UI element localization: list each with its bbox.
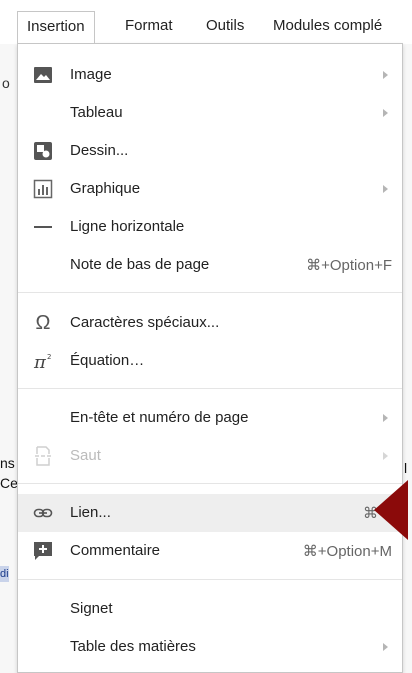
annotation-arrow-icon bbox=[374, 480, 408, 540]
menu-modules[interactable]: Modules complé bbox=[273, 11, 382, 43]
menu-item-lien[interactable]: Lien... ⌘ bbox=[18, 494, 402, 532]
submenu-arrow-icon bbox=[383, 109, 388, 117]
page-break-icon bbox=[33, 446, 53, 466]
submenu-arrow-icon bbox=[383, 414, 388, 422]
svg-text:2: 2 bbox=[47, 353, 51, 361]
menu-format[interactable]: Format bbox=[125, 11, 173, 43]
menu-item-caracteres-speciaux[interactable]: Ω Caractères spéciaux... bbox=[18, 304, 402, 342]
background-text-fragment: Ce bbox=[0, 475, 18, 491]
menu-item-label: Graphique bbox=[70, 180, 141, 197]
menu-bar: Insertion Format Outils Modules complé bbox=[0, 0, 412, 44]
background-text-fragment: di bbox=[0, 566, 9, 582]
menu-item-label: Ligne horizontale bbox=[70, 218, 185, 235]
link-icon bbox=[33, 503, 53, 523]
keyboard-shortcut: ⌘+Option+M bbox=[302, 543, 392, 560]
submenu-arrow-icon bbox=[383, 452, 388, 460]
menu-item-note-bas-de-page[interactable]: Note de bas de page ⌘+Option+F bbox=[18, 246, 402, 284]
menu-item-label: Équation… bbox=[70, 352, 145, 369]
background-text-fragment: o bbox=[2, 75, 10, 91]
menu-insertion[interactable]: Insertion bbox=[17, 11, 95, 43]
horizontal-line-icon bbox=[33, 217, 53, 237]
comment-icon bbox=[33, 541, 53, 561]
menu-separator bbox=[18, 292, 402, 293]
menu-separator bbox=[18, 388, 402, 389]
menu-item-label: Tableau bbox=[70, 104, 123, 121]
menu-item-label: Table des matières bbox=[70, 638, 196, 655]
insertion-dropdown-menu: Image Tableau Dessin... Graphique Ligne … bbox=[17, 43, 403, 673]
menu-item-dessin[interactable]: Dessin... bbox=[18, 132, 402, 170]
menu-item-label: Commentaire bbox=[70, 542, 161, 559]
menu-outils[interactable]: Outils bbox=[206, 11, 244, 43]
menu-item-table-des-matieres[interactable]: Table des matières bbox=[18, 628, 402, 666]
submenu-arrow-icon bbox=[383, 643, 388, 651]
menu-item-label: Saut bbox=[70, 447, 101, 464]
menu-separator bbox=[18, 579, 402, 580]
background-text-fragment: ns bbox=[0, 455, 15, 471]
menu-item-label: Note de bas de page bbox=[70, 256, 210, 273]
image-icon bbox=[33, 65, 53, 85]
menu-item-image[interactable]: Image bbox=[18, 56, 402, 94]
menu-item-label: Signet bbox=[70, 600, 113, 617]
chart-icon bbox=[33, 179, 53, 199]
menu-separator bbox=[18, 483, 402, 484]
submenu-arrow-icon bbox=[383, 71, 388, 79]
menu-item-label: Caractères spéciaux... bbox=[70, 314, 220, 331]
menu-item-tableau[interactable]: Tableau bbox=[18, 94, 402, 132]
menu-item-graphique[interactable]: Graphique bbox=[18, 170, 402, 208]
menu-item-commentaire[interactable]: Commentaire ⌘+Option+M bbox=[18, 532, 402, 570]
menu-item-saut: Saut bbox=[18, 437, 402, 475]
menu-item-ligne-horizontale[interactable]: Ligne horizontale bbox=[18, 208, 402, 246]
keyboard-shortcut: ⌘+Option+F bbox=[306, 257, 392, 274]
menu-item-label: Lien... bbox=[70, 504, 111, 521]
menu-item-label: Dessin... bbox=[70, 142, 129, 159]
menu-item-signet[interactable]: Signet bbox=[18, 590, 402, 628]
menu-item-equation[interactable]: π2 Équation… bbox=[18, 342, 402, 380]
background-text-fragment: l bbox=[404, 460, 408, 476]
drawing-icon bbox=[33, 141, 53, 161]
document-edge-right bbox=[403, 44, 412, 673]
svg-text:π: π bbox=[33, 352, 47, 371]
menu-item-label: En-tête et numéro de page bbox=[70, 409, 249, 426]
menu-item-label: Image bbox=[70, 66, 112, 83]
omega-icon: Ω bbox=[35, 312, 51, 334]
pi-icon: π2 bbox=[33, 351, 53, 373]
submenu-arrow-icon bbox=[383, 185, 388, 193]
menu-item-en-tete-numero-page[interactable]: En-tête et numéro de page bbox=[18, 399, 402, 437]
